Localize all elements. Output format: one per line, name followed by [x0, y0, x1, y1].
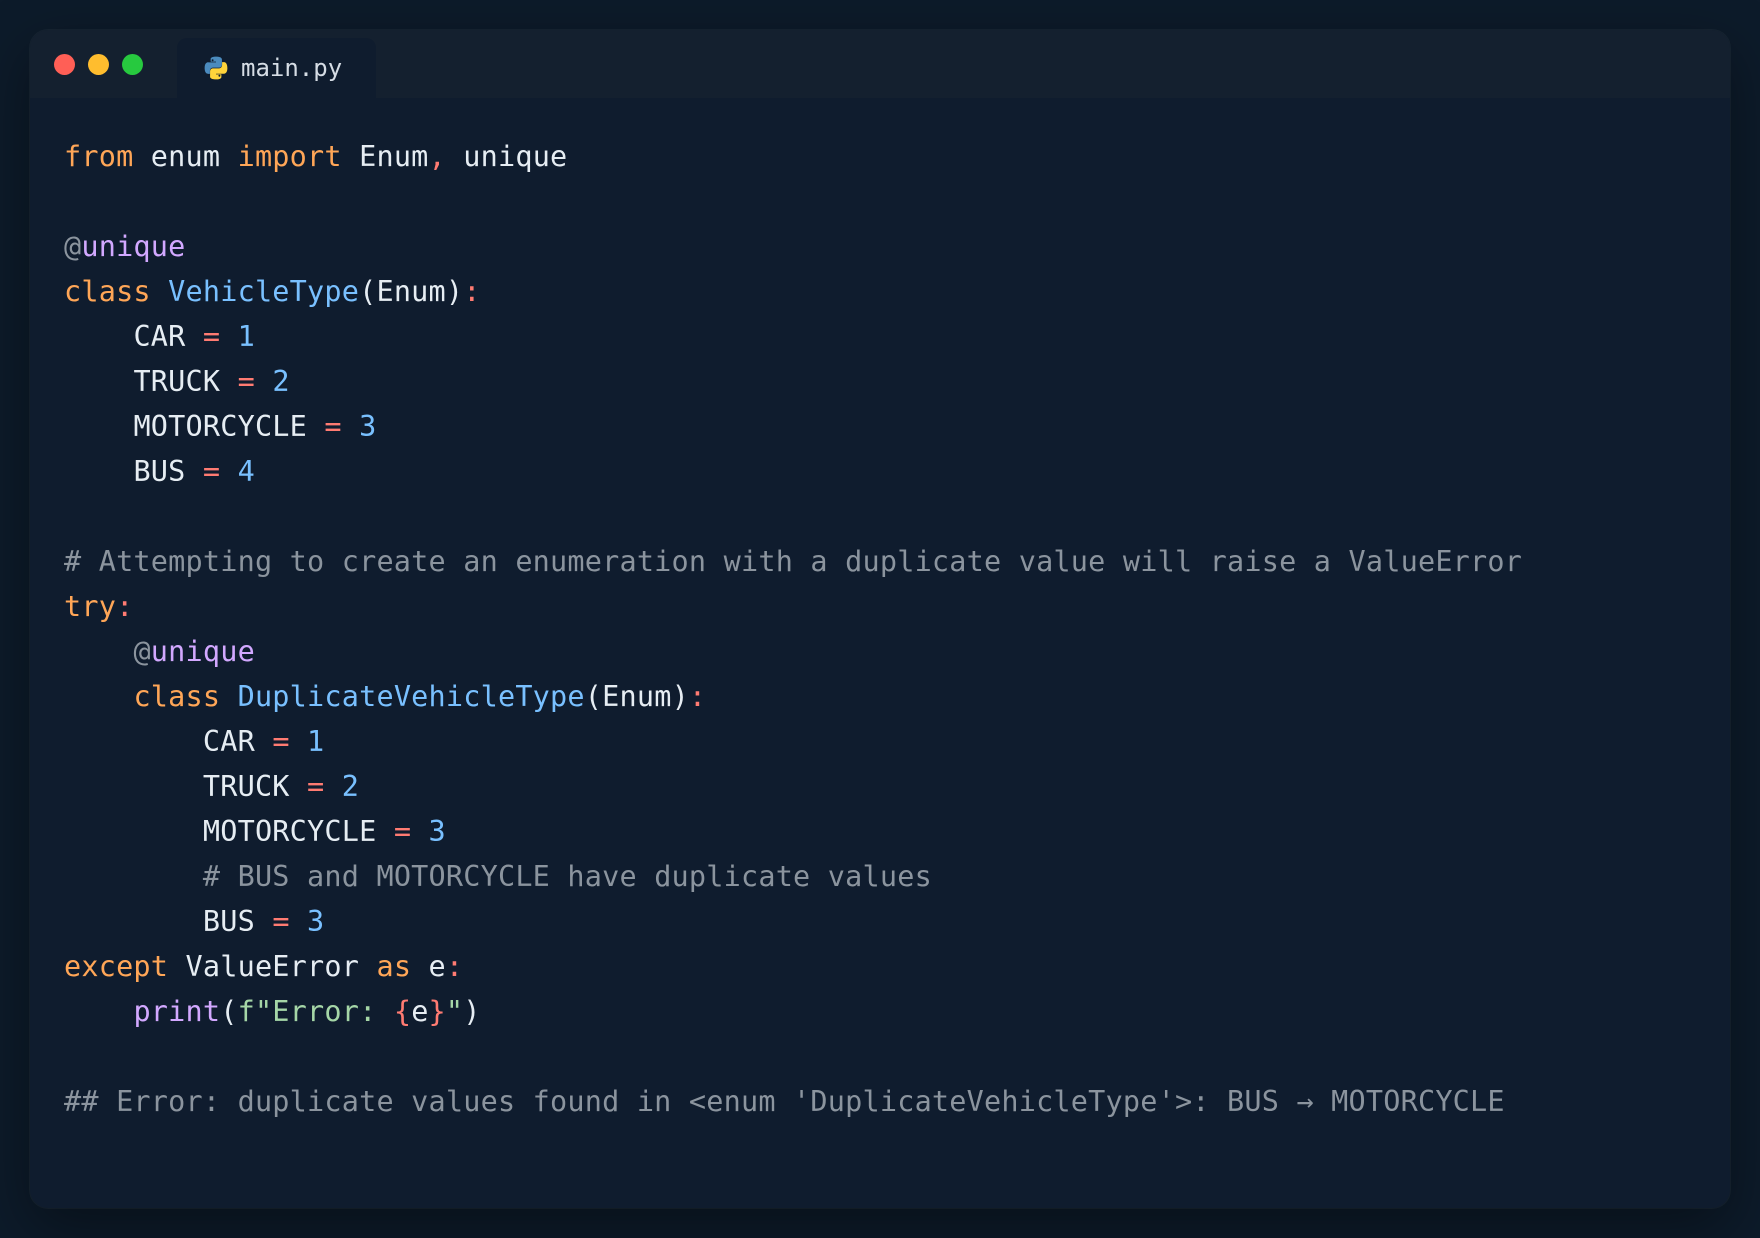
- class-name: DuplicateVehicleType: [238, 680, 585, 713]
- ident: MOTORCYCLE: [133, 410, 307, 443]
- kw-except: except: [64, 950, 168, 983]
- close-icon[interactable]: [54, 54, 75, 75]
- paren: (: [585, 680, 602, 713]
- kw-import: import: [238, 140, 342, 173]
- ident: BUS: [133, 455, 185, 488]
- ident: TRUCK: [133, 365, 220, 398]
- minimize-icon[interactable]: [88, 54, 109, 75]
- number: 1: [238, 320, 255, 353]
- ident: CAR: [133, 320, 185, 353]
- tab-main-py[interactable]: main.py: [177, 38, 376, 98]
- eq: =: [272, 905, 289, 938]
- eq: =: [203, 320, 220, 353]
- brace: }: [429, 995, 446, 1028]
- kw-class: class: [64, 275, 151, 308]
- number: 2: [272, 365, 289, 398]
- number: 3: [359, 410, 376, 443]
- kw-try: try: [64, 590, 116, 623]
- number: 2: [342, 770, 359, 803]
- number: 3: [429, 815, 446, 848]
- kw-as: as: [376, 950, 411, 983]
- kw-from: from: [64, 140, 133, 173]
- editor-window: main.py from enum import Enum, unique @u…: [30, 30, 1730, 1208]
- colon: :: [446, 950, 463, 983]
- decorator: unique: [151, 635, 255, 668]
- comma: ,: [429, 140, 446, 173]
- ident: e: [411, 995, 428, 1028]
- colon: :: [463, 275, 480, 308]
- window-controls: [30, 30, 167, 98]
- eq: =: [307, 770, 324, 803]
- comment: ## Error: duplicate values found in <enu…: [64, 1085, 1505, 1118]
- paren: ): [463, 995, 480, 1028]
- eq: =: [272, 725, 289, 758]
- eq: =: [394, 815, 411, 848]
- string: f"Error:: [238, 995, 394, 1028]
- base-class: Enum: [376, 275, 445, 308]
- comment: # Attempting to create an enumeration wi…: [64, 545, 1522, 578]
- number: 1: [307, 725, 324, 758]
- maximize-icon[interactable]: [122, 54, 143, 75]
- kw-class: class: [133, 680, 220, 713]
- fn-print: print: [133, 995, 220, 1028]
- ident: TRUCK: [203, 770, 290, 803]
- decorator: unique: [81, 230, 185, 263]
- exception: ValueError: [186, 950, 360, 983]
- ident: MOTORCYCLE: [203, 815, 377, 848]
- brace: {: [394, 995, 411, 1028]
- ident: BUS: [203, 905, 255, 938]
- paren: (: [220, 995, 237, 1028]
- number: 4: [238, 455, 255, 488]
- tab-label: main.py: [241, 54, 342, 82]
- module: enum: [151, 140, 220, 173]
- ident: e: [429, 950, 446, 983]
- colon: :: [689, 680, 706, 713]
- number: 3: [307, 905, 324, 938]
- base-class: Enum: [602, 680, 671, 713]
- paren: (: [359, 275, 376, 308]
- ident: unique: [463, 140, 567, 173]
- class-name: VehicleType: [168, 275, 359, 308]
- eq: =: [238, 365, 255, 398]
- titlebar: main.py: [30, 30, 1730, 98]
- string: ": [446, 995, 463, 1028]
- at-sign: @: [133, 635, 150, 668]
- at-sign: @: [64, 230, 81, 263]
- eq: =: [203, 455, 220, 488]
- code-editor[interactable]: from enum import Enum, unique @unique cl…: [30, 98, 1730, 1208]
- comment: # BUS and MOTORCYCLE have duplicate valu…: [203, 860, 932, 893]
- paren: ): [446, 275, 463, 308]
- eq: =: [324, 410, 341, 443]
- ident: CAR: [203, 725, 255, 758]
- python-icon: [203, 55, 229, 81]
- colon: :: [116, 590, 133, 623]
- paren: ): [672, 680, 689, 713]
- ident: Enum: [359, 140, 428, 173]
